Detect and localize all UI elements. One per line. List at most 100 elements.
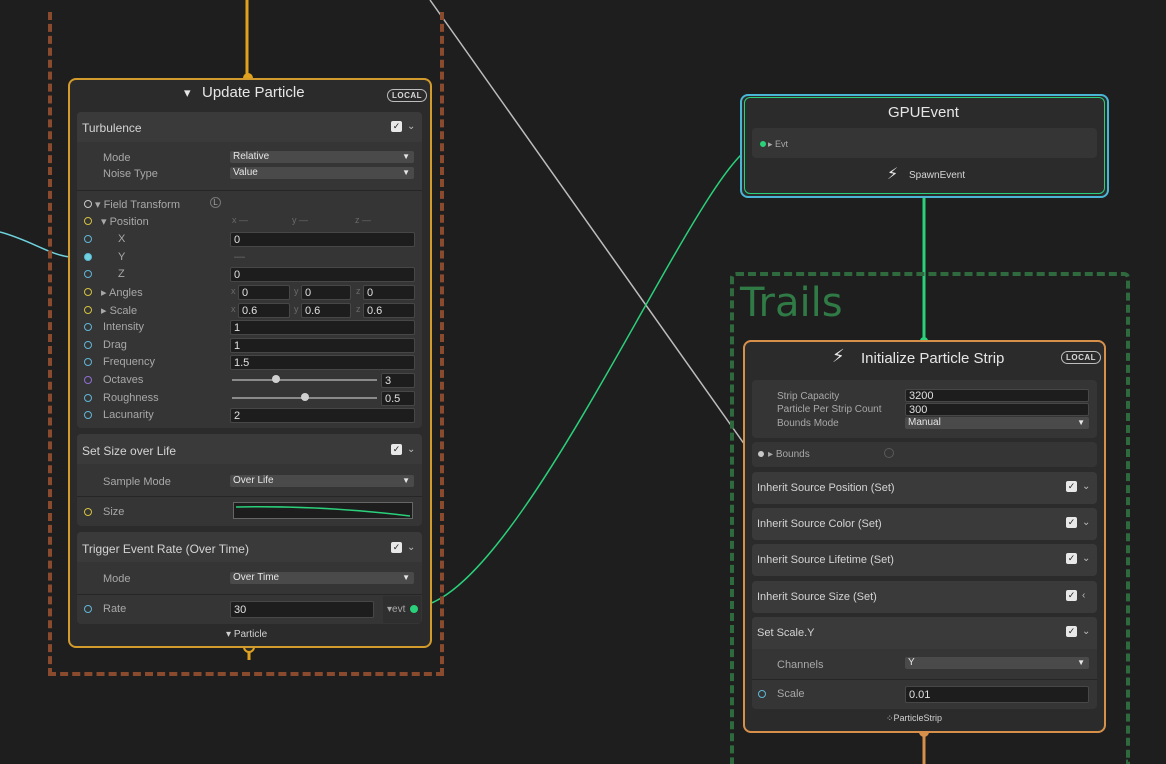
intensity-port[interactable] (84, 323, 92, 331)
chevron-down-icon[interactable]: ⌄ (407, 121, 415, 132)
sample-mode-dropdown[interactable]: Over Life ▼ (230, 475, 414, 487)
particle-per-strip-field[interactable]: 300 (905, 403, 1089, 416)
scale-y-field[interactable]: 0.6 (301, 303, 351, 318)
space-badge[interactable]: LOCAL (1061, 351, 1102, 364)
angles-port[interactable] (84, 288, 92, 296)
sample-mode-label: Sample Mode (103, 476, 171, 488)
roughness-slider-handle[interactable] (300, 393, 309, 401)
chevron-down-icon[interactable]: ⌄ (1082, 481, 1090, 492)
roughness-port[interactable] (84, 394, 92, 402)
mode-dropdown[interactable]: Relative ▼ (230, 151, 414, 163)
chevron-down-icon[interactable]: ⌄ (407, 542, 415, 553)
channels-dropdown[interactable]: Y ▼ (905, 657, 1089, 669)
property-wire-bounds (429, 0, 753, 456)
divider (77, 190, 422, 191)
frequency-port[interactable] (84, 358, 92, 366)
trails-group-title[interactable]: Trails (740, 280, 843, 326)
scale-label: ▸ Scale (101, 305, 138, 317)
size-curve-icon (235, 506, 411, 517)
drag-port[interactable] (84, 341, 92, 349)
mode-label: Mode (103, 152, 131, 164)
evt-input-port[interactable] (760, 141, 766, 147)
block-enable-checkbox[interactable]: ✓ (1066, 481, 1077, 492)
space-badge[interactable]: LOCAL (387, 89, 428, 102)
block-enable-checkbox[interactable]: ✓ (391, 121, 402, 132)
block-enable-checkbox[interactable]: ✓ (1066, 553, 1077, 564)
block-enable-checkbox[interactable]: ✓ (391, 444, 402, 455)
particle-strip-icon: ⁘ (886, 713, 894, 723)
lacunarity-port[interactable] (84, 411, 92, 419)
frequency-field[interactable]: 1.5 (230, 355, 415, 370)
divider (77, 496, 422, 497)
space-toggle[interactable]: L (210, 197, 221, 208)
chevron-down-icon[interactable]: ⌄ (1082, 517, 1090, 528)
axis-x-label: x (231, 304, 236, 314)
drag-label: Drag (103, 339, 127, 351)
scale-y-field[interactable]: 0.01 (905, 686, 1089, 703)
chevron-left-icon[interactable]: ‹ (1082, 590, 1085, 601)
block-enable-checkbox[interactable]: ✓ (1066, 626, 1077, 637)
roughness-field[interactable]: 0.5 (381, 391, 415, 406)
intensity-field[interactable]: 1 (230, 320, 415, 335)
chevron-down-icon[interactable]: ⌄ (1082, 626, 1090, 637)
bounds-mode-dropdown[interactable]: Manual ▼ (905, 417, 1089, 429)
block-enable-checkbox[interactable]: ✓ (391, 542, 402, 553)
noise-type-dropdown[interactable]: Value ▼ (230, 167, 414, 179)
evt-output-port[interactable] (410, 605, 418, 613)
y-linked-value: — (234, 251, 245, 263)
rate-field[interactable]: 30 (230, 601, 374, 618)
z-field[interactable]: 0 (230, 267, 415, 282)
x-field[interactable]: 0 (230, 232, 415, 247)
bounds-label: ▸ Bounds (768, 449, 810, 460)
y-port-connected[interactable] (84, 253, 92, 261)
space-toggle-icon[interactable] (884, 448, 894, 458)
trigger-mode-dropdown[interactable]: Over Time ▼ (230, 572, 414, 584)
angles-x-field[interactable]: 0 (238, 285, 290, 300)
frequency-label: Frequency (103, 356, 155, 368)
size-port[interactable] (84, 508, 92, 516)
field-transform-port[interactable] (84, 200, 92, 208)
channels-label: Channels (777, 659, 824, 671)
block-enable-checkbox[interactable]: ✓ (1066, 590, 1077, 601)
pos-x-placeholder: x — (232, 215, 249, 225)
x-port[interactable] (84, 235, 92, 243)
lightning-icon: ⚡ (832, 346, 845, 366)
scale-y-port[interactable] (758, 690, 766, 698)
evt-input-label: ▸ Evt (768, 139, 789, 149)
scale-port[interactable] (84, 306, 92, 314)
rate-port[interactable] (84, 605, 92, 613)
axis-z-label: z (356, 286, 361, 296)
axis-y-label: y (294, 286, 299, 296)
chevron-down-icon[interactable]: ⌄ (407, 444, 415, 455)
drag-field[interactable]: 1 (230, 338, 415, 353)
bounds-mode-label: Bounds Mode (777, 418, 839, 429)
bounds-port[interactable] (758, 451, 764, 457)
x-label: X (118, 233, 126, 245)
lacunarity-field[interactable]: 2 (230, 408, 415, 423)
angles-y-field[interactable]: 0 (301, 285, 351, 300)
gpu-event-title: GPUEvent (888, 104, 959, 121)
evt-input-row (752, 128, 1097, 158)
axis-z-label: z (356, 304, 361, 314)
octaves-port[interactable] (84, 376, 92, 384)
angles-label: ▸ Angles (101, 287, 143, 299)
block-enable-checkbox[interactable]: ✓ (1066, 517, 1077, 528)
strip-capacity-label: Strip Capacity (777, 391, 840, 402)
octaves-slider-handle[interactable] (271, 375, 280, 383)
init-footer: ⁘ParticleStrip (886, 713, 943, 723)
position-port[interactable] (84, 217, 92, 225)
noise-type-label: Noise Type (103, 168, 158, 180)
divider (752, 679, 1097, 680)
size-curve-field[interactable] (233, 502, 413, 519)
scale-z-field[interactable]: 0.6 (363, 303, 415, 318)
vfx-update-icon: ▾ (184, 85, 191, 100)
roughness-label: Roughness (103, 392, 159, 404)
angles-z-field[interactable]: 0 (363, 285, 415, 300)
init-node-title: Initialize Particle Strip (861, 350, 1005, 367)
scale-x-field[interactable]: 0.6 (238, 303, 290, 318)
z-port[interactable] (84, 270, 92, 278)
octaves-field[interactable]: 3 (381, 373, 415, 388)
chevron-down-icon[interactable]: ⌄ (1082, 553, 1090, 564)
strip-capacity-field[interactable]: 3200 (905, 389, 1089, 402)
octaves-slider-track[interactable] (232, 379, 377, 381)
